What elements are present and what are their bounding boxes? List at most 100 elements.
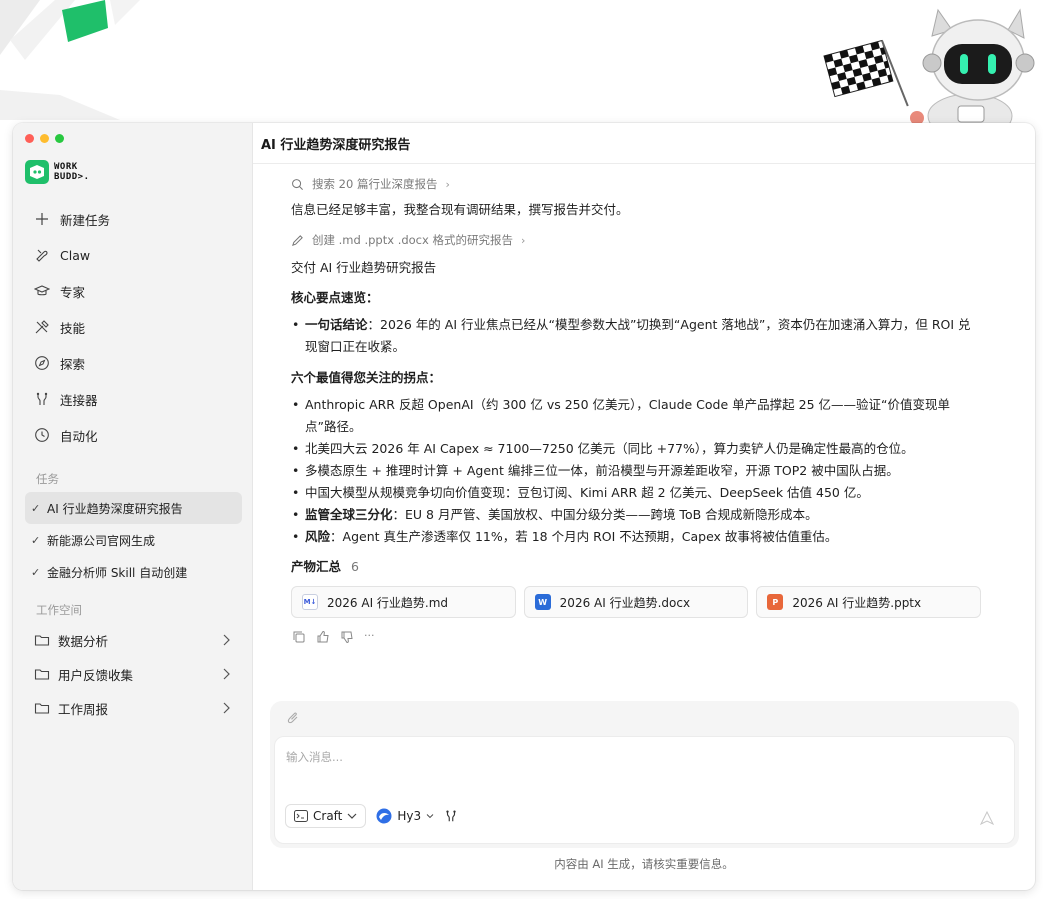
copy-icon <box>293 631 305 643</box>
list-item-lead: 风险 <box>305 529 331 544</box>
turning-points-list: Anthropic ARR 反超 OpenAI（约 300 亿 vs 250 亿… <box>291 394 981 548</box>
chevron-right-icon: › <box>520 233 526 247</box>
file-card-md[interactable]: M↓ 2026 AI 行业趋势.md <box>291 586 516 618</box>
step-label: 搜索 20 篇行业深度报告 <box>312 177 438 191</box>
list-item: 中国大模型从规模竞争切向价值变现：豆包订阅、Kimi ARR 超 2 亿美元、D… <box>291 482 981 504</box>
list-item-text: Anthropic ARR 反超 OpenAI（约 300 亿 vs 250 亿… <box>305 397 950 434</box>
folder-icon <box>34 703 50 714</box>
tools-icon <box>35 320 49 334</box>
list-item: 多模态原生 + 推理时计算 + Agent 编排三位一体，前沿模型与开源差距收窄… <box>291 460 981 482</box>
list-item: Anthropic ARR 反超 OpenAI（约 300 亿 vs 250 亿… <box>291 394 981 438</box>
list-item-text: ：2026 年的 AI 行业焦点已经从“模型参数大战”切换到“Agent 落地战… <box>305 317 971 354</box>
maximize-window-button[interactable] <box>55 134 64 143</box>
more-options-button[interactable]: ··· <box>364 630 378 644</box>
sidebar-item-automation[interactable]: 自动化 <box>25 417 241 453</box>
list-item-lead: 一句话结论 <box>305 317 368 332</box>
sidebar-item-new-task[interactable]: 新建任务 <box>25 201 241 237</box>
clock-icon <box>35 428 49 442</box>
connector-icon <box>446 810 456 822</box>
message-composer[interactable]: 输入消息... Craft Hy3 <box>274 736 1015 844</box>
sidebar-item-skills[interactable]: 技能 <box>25 309 241 345</box>
task-label: 金融分析师 Skill 自动创建 <box>47 565 188 580</box>
close-window-button[interactable] <box>25 134 34 143</box>
sidebar-item-claw[interactable]: Claw <box>25 237 241 273</box>
list-item-text: 中国大模型从规模竞争切向价值变现：豆包订阅、Kimi ARR 超 2 亿美元、D… <box>305 485 869 500</box>
thumbs-up-button[interactable] <box>316 630 330 644</box>
thumbs-down-icon <box>341 631 353 644</box>
workspace-item-weekly-report[interactable]: 工作周报 <box>25 691 241 725</box>
search-icon <box>292 178 303 190</box>
copy-button[interactable] <box>292 630 306 644</box>
chevron-right-icon: › <box>445 177 450 191</box>
chevron-down-icon <box>347 813 357 819</box>
thumbs-down-button[interactable] <box>340 630 354 644</box>
sidebar-item-label: 技能 <box>60 320 86 336</box>
workspace-label: 工作周报 <box>58 701 109 717</box>
task-list: ✓ AI 行业趋势深度研究报告 ✓ 新能源公司官网生成 ✓ 金融分析师 Skil… <box>25 492 242 588</box>
send-icon[interactable] <box>980 811 994 825</box>
sidebar-item-explore[interactable]: 探索 <box>25 345 241 381</box>
folder-icon <box>34 669 50 680</box>
connector-toggle[interactable] <box>444 804 458 828</box>
search-step[interactable]: 搜索 20 篇行业深度报告 › <box>291 175 981 193</box>
check-icon: ✓ <box>31 533 41 547</box>
thumbs-up-icon <box>317 630 329 643</box>
chevron-right-icon <box>223 634 230 646</box>
assistant-message: 信息已经足够丰富，我整合现有调研结果，撰写报告并交付。 <box>291 202 629 217</box>
workspace-label: 用户反馈收集 <box>58 667 134 683</box>
conversation: 搜索 20 篇行业深度报告 › 信息已经足够丰富，我整合现有调研结果，撰写报告并… <box>291 175 982 644</box>
composer-tools: Craft Hy3 <box>285 804 458 828</box>
logo-wordmark: WORK BUDD>. <box>54 162 90 182</box>
workbuddy-logo-icon <box>25 160 49 184</box>
chevron-down-icon <box>426 814 434 819</box>
claw-icon <box>36 249 48 262</box>
app-window: WORK BUDD>. 新建任务 Claw 专家 技能 探索 连接器 自动化 任… <box>13 123 1035 890</box>
task-item-finance-skill[interactable]: ✓ 金融分析师 Skill 自动创建 <box>25 556 242 588</box>
ai-disclaimer: 内容由 AI 生成，请核实重要信息。 <box>554 857 734 871</box>
core-points-heading: 核心要点速览： <box>291 290 379 305</box>
file-card-docx[interactable]: W 2026 AI 行业趋势.docx <box>523 586 749 618</box>
list-item-text: 北美四大云 2026 年 AI Capex ≈ 7100—7250 亿美元（同比… <box>305 441 914 456</box>
list-item: 风险：Agent 真生产渗透率仅 11%，若 18 个月内 ROI 不达预期，C… <box>291 526 981 548</box>
list-item-text: ：Agent 真生产渗透率仅 11%，若 18 个月内 ROI 不达预期，Cap… <box>330 529 838 544</box>
file-cards: M↓ 2026 AI 行业趋势.md W 2026 AI 行业趋势.docx P… <box>291 586 982 618</box>
list-item-text: ：EU 8 月严管、美国放权、中国分级分类——跨境 ToB 合规成新隐形成本。 <box>392 507 818 522</box>
mode-label: Craft <box>313 809 343 823</box>
workspace-item-user-feedback[interactable]: 用户反馈收集 <box>25 657 241 691</box>
terminal-icon <box>294 810 308 822</box>
powerpoint-icon: P <box>767 594 784 610</box>
file-card-pptx[interactable]: P 2026 AI 行业趋势.pptx <box>756 586 982 618</box>
tasks-section-label: 任务 <box>36 472 59 486</box>
model-selector[interactable]: Hy3 <box>376 804 434 828</box>
compass-icon <box>35 356 49 370</box>
robot-mascot-illustration <box>823 8 1035 138</box>
sidebar-item-label: 探索 <box>60 356 86 372</box>
sidebar-item-experts[interactable]: 专家 <box>25 273 241 309</box>
task-label: AI 行业趋势深度研究报告 <box>47 501 183 516</box>
paperclip-icon[interactable] <box>286 711 300 725</box>
sidebar-item-label: 自动化 <box>60 428 98 444</box>
workspace-item-data-analysis[interactable]: 数据分析 <box>25 623 241 657</box>
background-decoration <box>0 0 140 120</box>
markdown-icon: M↓ <box>302 594 318 610</box>
list-item: 北美四大云 2026 年 AI Capex ≈ 7100—7250 亿美元（同比… <box>291 438 981 460</box>
mode-selector[interactable]: Craft <box>285 804 367 828</box>
list-item-text: 多模态原生 + 推理时计算 + Agent 编排三位一体，前沿模型与开源差距收窄… <box>305 463 899 478</box>
message-input[interactable]: 输入消息... <box>286 749 343 765</box>
main-panel: AI 行业趋势深度研究报告 搜索 20 篇行业深度报告 › 信息已经足够丰富，我… <box>253 123 1035 890</box>
sidebar-item-connectors[interactable]: 连接器 <box>25 381 241 417</box>
workspace-list: 数据分析 用户反馈收集 工作周报 <box>25 623 241 725</box>
model-label: Hy3 <box>397 809 422 823</box>
minimize-window-button[interactable] <box>40 134 49 143</box>
topbar: AI 行业趋势深度研究报告 <box>253 123 1035 164</box>
create-step[interactable]: 创建 .md .pptx .docx 格式的研究报告 › <box>291 231 981 249</box>
connector-icon <box>36 392 48 405</box>
task-item-energy-site[interactable]: ✓ 新能源公司官网生成 <box>25 524 242 556</box>
folder-icon <box>34 635 50 646</box>
task-label: 新能源公司官网生成 <box>47 533 156 548</box>
outputs-count: 6 <box>351 559 359 574</box>
task-item-ai-report[interactable]: ✓ AI 行业趋势深度研究报告 <box>25 492 242 524</box>
chevron-right-icon <box>223 702 230 714</box>
workspace-section-label: 工作空间 <box>36 603 82 617</box>
file-name: 2026 AI 行业趋势.md <box>327 595 449 610</box>
